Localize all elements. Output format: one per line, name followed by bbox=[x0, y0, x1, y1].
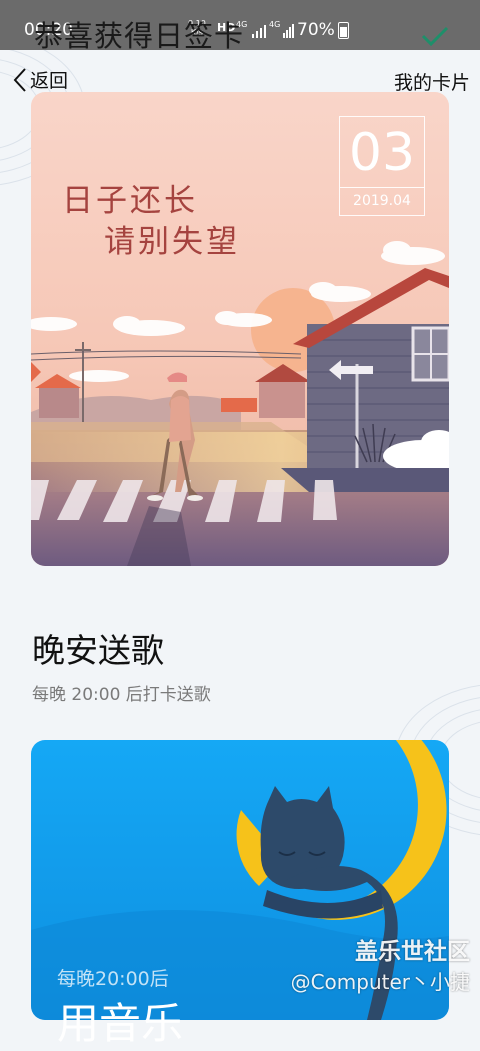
signal-icon bbox=[252, 25, 266, 38]
checkmark-icon[interactable] bbox=[420, 24, 450, 48]
card-day: 03 bbox=[348, 123, 416, 183]
poem-line-1: 日子还长 bbox=[62, 183, 198, 219]
card-date-box: 03 2019.04 bbox=[339, 116, 425, 216]
signal-icon bbox=[283, 24, 294, 38]
network-type-2: 4G bbox=[269, 20, 281, 29]
chevron-left-icon bbox=[13, 67, 26, 92]
battery-icon bbox=[338, 22, 349, 39]
night-card-subtitle: 每晚20:00后 bbox=[57, 968, 169, 990]
my-cards-link[interactable]: 我的卡片 bbox=[394, 68, 470, 95]
toast-message: 恭喜获得日签卡 bbox=[34, 19, 245, 53]
section-title: 晚安送歌 bbox=[32, 631, 164, 670]
night-card-title: 用音乐 bbox=[57, 999, 184, 1048]
battery-percent: 70% bbox=[297, 20, 335, 40]
watermark-author: @Computer丶小捷 bbox=[290, 970, 470, 994]
watermark-brand: 盖乐世社区 bbox=[355, 939, 470, 965]
back-button[interactable]: 返回 bbox=[12, 66, 68, 93]
poem-line-2: 请别失望 bbox=[104, 224, 240, 260]
card-year-month: 2019.04 bbox=[353, 193, 411, 209]
section-subtitle: 每晚 20:00 后打卡送歌 bbox=[32, 685, 211, 705]
back-label: 返回 bbox=[30, 70, 69, 92]
date-divider bbox=[340, 187, 424, 188]
